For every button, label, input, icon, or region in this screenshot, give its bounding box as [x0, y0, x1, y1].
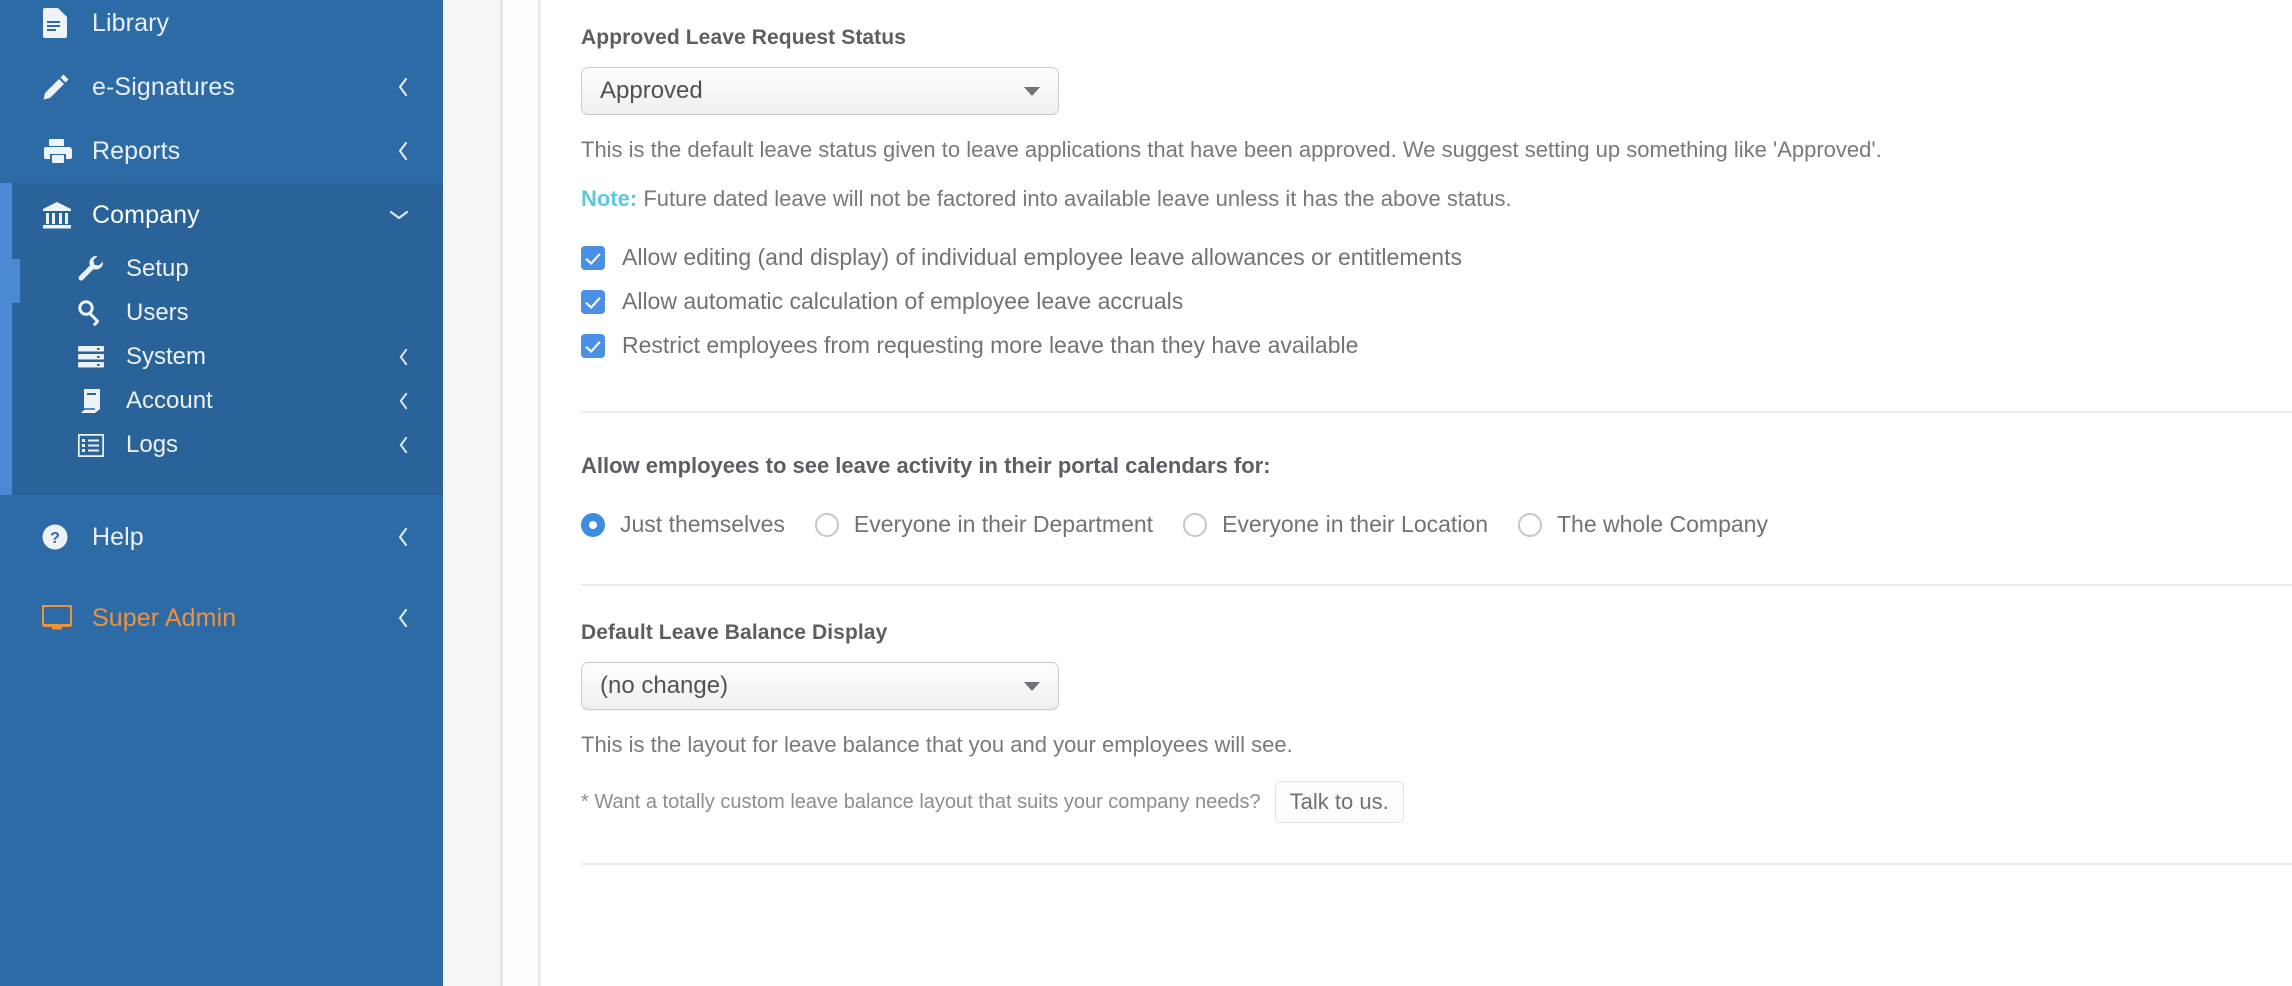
monitor-icon: [42, 605, 76, 631]
sidebar-gutter-grey: [443, 0, 503, 986]
svg-text:?: ?: [50, 530, 60, 547]
calendar-visibility-heading: Allow employees to see leave activity in…: [581, 453, 1271, 479]
approved-leave-status-helper: This is the default leave status given t…: [581, 137, 1882, 162]
sidebar-item-label: Help: [92, 522, 144, 551]
sidebar-item-system[interactable]: System: [0, 335, 443, 379]
sidebar-item-setup[interactable]: Setup: [0, 247, 443, 291]
chevron-left-icon: [397, 527, 409, 547]
sidebar-item-label: Users: [126, 299, 189, 326]
leave-balance-display-section: Default Leave Balance Display (no change…: [581, 586, 2292, 824]
leave-balance-display-label: Default Leave Balance Display: [581, 621, 888, 645]
sidebar: Library e-Signatures Reports Company Set…: [0, 0, 443, 986]
sidebar-item-logs[interactable]: Logs: [0, 423, 443, 467]
sidebar-item-label: e-Signatures: [92, 72, 235, 101]
list-icon: [78, 433, 110, 457]
note-keyword: Note:: [581, 186, 638, 212]
radio-label: Everyone in their Department: [853, 511, 1154, 538]
sidebar-item-label: Logs: [126, 431, 179, 458]
select-control[interactable]: Approved: [581, 67, 1059, 115]
sidebar-item-users[interactable]: Users: [0, 291, 443, 335]
approved-leave-status-note: Note: Future dated leave will not be fac…: [581, 184, 2292, 213]
checkbox-checked-icon[interactable]: [581, 289, 605, 314]
sidebar-item-label: Super Admin: [92, 603, 237, 632]
chevron-down-icon: [389, 209, 409, 221]
select-control[interactable]: (no change): [581, 662, 1059, 711]
main-content: Approved Leave Request Status Approved T…: [541, 0, 2292, 986]
caret-down-icon: [1024, 681, 1040, 691]
sidebar-group-company: Company Setup Users System Account Logs: [0, 183, 443, 495]
app-root: Library e-Signatures Reports Company Set…: [0, 0, 2292, 986]
sidebar-item-e-signatures[interactable]: e-Signatures: [0, 55, 443, 119]
radio-unselected-icon[interactable]: [1518, 512, 1542, 537]
pencil-icon: [42, 73, 76, 101]
chevron-left-icon: [398, 348, 409, 366]
radio-label: Everyone in their Location: [1222, 511, 1488, 538]
bank-icon: [42, 201, 76, 229]
sidebar-item-label: Reports: [92, 136, 181, 165]
select-value: (no change): [600, 672, 729, 700]
radio-label: The whole Company: [1557, 511, 1768, 538]
approved-leave-status-section: Approved Leave Request Status Approved T…: [581, 0, 2292, 363]
approved-leave-status-select[interactable]: Approved: [581, 67, 1059, 115]
section-divider: [581, 863, 2292, 866]
sidebar-item-reports[interactable]: Reports: [0, 119, 443, 183]
checkbox-label: Allow automatic calculation of employee …: [622, 288, 1184, 315]
document-icon: [42, 8, 76, 38]
chevron-left-icon: [397, 77, 409, 97]
sidebar-item-help[interactable]: ? Help: [0, 505, 443, 569]
select-value: Approved: [600, 77, 703, 104]
checkbox-label: Restrict employees from requesting more …: [622, 332, 1359, 359]
fineprint-text: * Want a totally custom leave balance la…: [581, 790, 1261, 813]
leave-balance-display-helper: This is the layout for leave balance tha…: [581, 732, 1293, 758]
leave-balance-display-select[interactable]: (no change): [581, 662, 1059, 711]
sidebar-item-label: Setup: [126, 255, 189, 282]
key-icon: [78, 300, 110, 326]
chevron-left-icon: [398, 392, 409, 410]
sidebar-item-label: Library: [92, 8, 170, 37]
book-icon: [78, 388, 110, 414]
sidebar-item-company[interactable]: Company: [0, 183, 443, 247]
sidebar-item-super-admin[interactable]: Super Admin: [0, 586, 443, 650]
radio-selected-icon[interactable]: [581, 512, 605, 537]
note-text: Future dated leave will not be factored …: [637, 186, 1512, 212]
sidebar-item-library[interactable]: Library: [0, 0, 443, 55]
radio-unselected-icon[interactable]: [1183, 512, 1208, 537]
checkbox-row[interactable]: Allow automatic calculation of employee …: [581, 284, 2292, 319]
checkbox-row[interactable]: Allow editing (and display) of individua…: [581, 240, 2292, 275]
sidebar-item-label: System: [126, 343, 207, 370]
radio-option-everyone-department[interactable]: Everyone in their Department: [814, 511, 1154, 538]
approved-leave-status-label: Approved Leave Request Status: [581, 26, 906, 49]
checkbox-row[interactable]: Restrict employees from requesting more …: [581, 328, 2292, 363]
sidebar-item-label: Account: [126, 387, 213, 414]
radio-option-everyone-location[interactable]: Everyone in their Location: [1183, 511, 1488, 538]
talk-to-us-button[interactable]: Talk to us.: [1274, 781, 1404, 824]
checkbox-checked-icon[interactable]: [581, 245, 605, 270]
radio-option-just-themselves[interactable]: Just themselves: [581, 511, 785, 538]
chevron-left-icon: [398, 436, 409, 454]
calendar-visibility-section: Allow employees to see leave activity in…: [581, 413, 2292, 538]
server-icon: [78, 345, 110, 369]
sidebar-item-label: Company: [92, 200, 200, 229]
question-circle-icon: ?: [42, 524, 76, 550]
settings-form: Approved Leave Request Status Approved T…: [541, 0, 2292, 866]
content-gutter: [503, 0, 541, 986]
leave-options-checkbox-list: Allow editing (and display) of individua…: [581, 240, 2292, 363]
chevron-left-icon: [397, 141, 409, 161]
checkbox-checked-icon[interactable]: [581, 333, 605, 358]
custom-layout-fineprint: * Want a totally custom leave balance la…: [581, 781, 2292, 824]
radio-option-whole-company[interactable]: The whole Company: [1518, 511, 1768, 538]
calendar-visibility-radio-group: Just themselves Everyone in their Depart…: [581, 511, 2292, 538]
sidebar-item-account[interactable]: Account: [0, 379, 443, 423]
chevron-left-icon: [397, 608, 409, 628]
radio-unselected-icon[interactable]: [814, 512, 839, 537]
radio-label: Just themselves: [620, 511, 785, 538]
wrench-icon: [78, 256, 110, 282]
printer-icon: [42, 138, 76, 164]
checkbox-label: Allow editing (and display) of individua…: [622, 244, 1462, 271]
caret-down-icon: [1024, 86, 1040, 96]
